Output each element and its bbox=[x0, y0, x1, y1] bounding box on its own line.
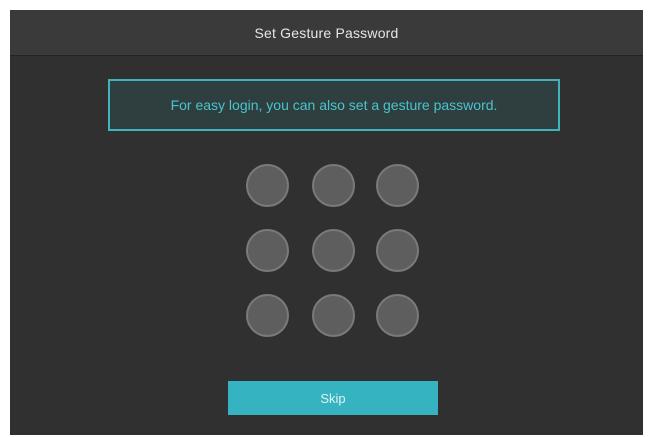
gesture-dot-4[interactable] bbox=[246, 229, 289, 272]
gesture-dot-6[interactable] bbox=[376, 229, 419, 272]
dialog-header: Set Gesture Password bbox=[10, 10, 643, 56]
hint-box: For easy login, you can also set a gestu… bbox=[108, 79, 560, 131]
gesture-password-dialog: Set Gesture Password For easy login, you… bbox=[10, 10, 643, 435]
gesture-dot-8[interactable] bbox=[312, 294, 355, 337]
gesture-dot-5[interactable] bbox=[312, 229, 355, 272]
gesture-grid[interactable] bbox=[246, 164, 421, 339]
gesture-dot-3[interactable] bbox=[376, 164, 419, 207]
hint-text: For easy login, you can also set a gestu… bbox=[170, 97, 498, 113]
gesture-dot-1[interactable] bbox=[246, 164, 289, 207]
dialog-title: Set Gesture Password bbox=[254, 24, 399, 41]
gesture-dot-7[interactable] bbox=[246, 294, 289, 337]
gesture-dot-2[interactable] bbox=[312, 164, 355, 207]
gesture-dot-9[interactable] bbox=[376, 294, 419, 337]
skip-button[interactable]: Skip bbox=[228, 381, 438, 415]
